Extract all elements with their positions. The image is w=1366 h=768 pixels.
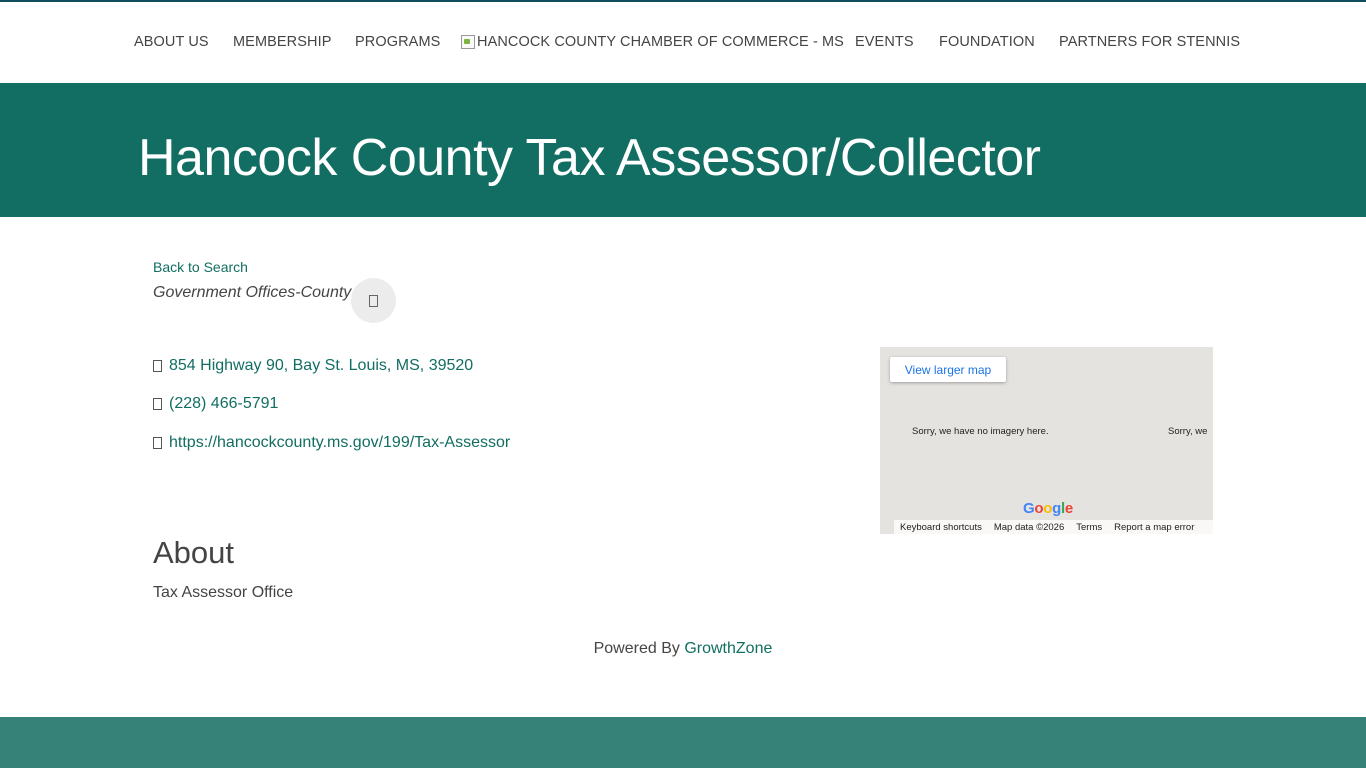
powered-by-prefix: Powered By [593,640,685,657]
broken-image-icon [461,35,475,49]
phone-row: (228) 466-5791 [153,395,278,413]
address-row: 854 Highway 90, Bay St. Louis, MS, 39520 [153,357,473,375]
category-icon-button[interactable] [351,278,396,323]
nav-events[interactable]: EVENTS [855,34,914,50]
main-nav: ABOUT US MEMBERSHIP PROGRAMS HANCOCK COU… [0,2,1366,83]
view-larger-map-button[interactable]: View larger map [890,357,1006,382]
powered-by: Powered By GrowthZone [0,640,1366,658]
map-no-imagery-message-partial: Sorry, we [1168,426,1208,437]
terms-link[interactable]: Terms [1076,522,1102,533]
site-logo-link[interactable]: HANCOCK COUNTY CHAMBER OF COMMERCE - MS [461,34,844,50]
back-to-search-link[interactable]: Back to Search [153,259,248,275]
growthzone-link[interactable]: GrowthZone [684,640,772,657]
website-link[interactable]: https://hancockcounty.ms.gov/199/Tax-Ass… [169,434,510,452]
nav-membership[interactable]: MEMBERSHIP [233,34,332,50]
report-map-error-link[interactable]: Report a map error [1114,522,1194,533]
about-heading: About [153,535,235,570]
phone-link[interactable]: (228) 466-5791 [169,395,278,413]
google-map-embed[interactable]: View larger map Sorry, we have no imager… [880,347,1213,534]
category-label: Government Offices-County [153,284,352,301]
map-footer-bar: Keyboard shortcuts Map data ©2026 Terms … [894,520,1213,534]
globe-icon [153,437,162,449]
address-link[interactable]: 854 Highway 90, Bay St. Louis, MS, 39520 [169,357,473,375]
google-logo: Google [1023,500,1073,517]
phone-icon [153,398,162,410]
page-title: Hancock County Tax Assessor/Collector [138,129,1041,187]
map-no-imagery-message: Sorry, we have no imagery here. [912,426,1049,437]
nav-partners-for-stennis[interactable]: PARTNERS FOR STENNIS [1059,34,1240,50]
keyboard-shortcuts-link[interactable]: Keyboard shortcuts [900,522,982,533]
website-row: https://hancockcounty.ms.gov/199/Tax-Ass… [153,434,510,452]
map-data-text: Map data ©2026 [993,521,1065,533]
page-hero: Hancock County Tax Assessor/Collector [0,83,1366,217]
nav-about-us[interactable]: ABOUT US [134,34,209,50]
about-text: Tax Assessor Office [153,584,294,601]
logo-alt-text: HANCOCK COUNTY CHAMBER OF COMMERCE - MS [477,34,844,50]
page-footer [0,717,1366,768]
nav-programs[interactable]: PROGRAMS [355,34,440,50]
map-marker-icon [153,360,162,372]
missing-glyph-icon [369,294,378,307]
nav-foundation[interactable]: FOUNDATION [939,34,1035,50]
